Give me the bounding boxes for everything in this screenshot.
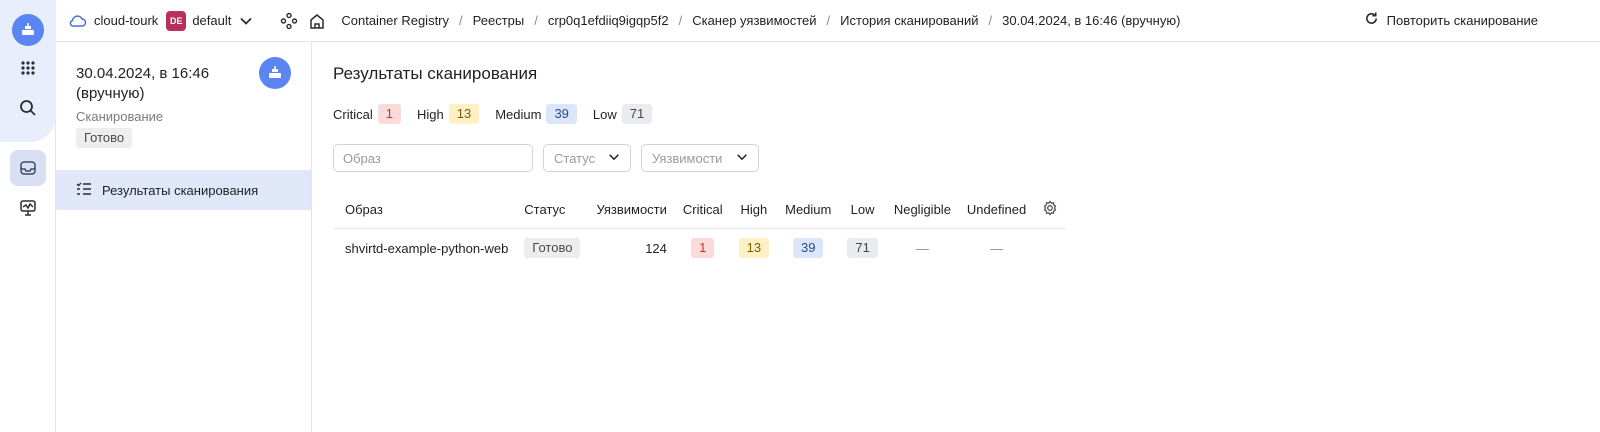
breadcrumb-separator: /	[988, 13, 993, 28]
breadcrumb-registry-id[interactable]: crp0q1efdiiq9igqp5f2	[548, 13, 669, 28]
breadcrumb-separator: /	[678, 13, 683, 28]
breadcrumb-container-registry[interactable]: Container Registry	[341, 13, 449, 28]
cell-image[interactable]: shvirtd-example-python-web	[333, 228, 516, 268]
low-badge: 71	[847, 238, 878, 259]
repeat-scan-label: Повторить сканирование	[1386, 12, 1538, 28]
inbox-icon[interactable]	[10, 150, 46, 186]
side-panel: 30.04.2024, в 16:46 (вручную) Сканирован…	[56, 42, 312, 432]
severity-summary: Critical 1 High 13 Medium 39 Low 71	[333, 104, 660, 124]
scan-results-table: Образ Статус Уязвимости Critical High Me…	[333, 192, 1067, 268]
cell-medium: 39	[777, 228, 839, 268]
chevron-down-icon	[736, 151, 748, 166]
vulnerability-filter-select[interactable]: Уязвимости	[641, 144, 759, 172]
summary-medium: Medium 39	[495, 104, 577, 124]
cloud-selector[interactable]: cloud-tourk	[68, 11, 158, 31]
chevron-down-icon[interactable]	[239, 14, 253, 28]
low-count-badge: 71	[621, 104, 653, 124]
cell-low: 71	[839, 228, 885, 268]
image-filter-input[interactable]	[333, 144, 533, 172]
scan-title: 30.04.2024, в 16:46 (вручную)	[76, 65, 210, 102]
column-header-negligible[interactable]: Negligible	[885, 192, 959, 229]
table-row[interactable]: shvirtd-example-python-web Готово 124 1 …	[333, 228, 1066, 268]
scan-subtitle: Сканирование	[76, 109, 164, 124]
top-bar: cloud-tourk DE default Container Registr…	[56, 0, 1600, 42]
home-icon[interactable]	[307, 11, 327, 31]
container-registry-logo-icon[interactable]	[12, 14, 44, 46]
cell-negligible: —	[915, 240, 929, 256]
repeat-scan-button[interactable]: Повторить сканирование	[1364, 11, 1538, 29]
table-header-row: Образ Статус Уязвимости Critical High Me…	[333, 192, 1067, 229]
cell-high: 13	[731, 228, 777, 268]
cell-status: Готово	[516, 228, 588, 268]
summary-high: High 13	[417, 104, 480, 124]
breadcrumb-separator: /	[534, 13, 538, 28]
critical-badge: 1	[691, 238, 715, 259]
column-header-high[interactable]: High	[730, 192, 778, 229]
column-header-status[interactable]: Статус	[516, 192, 589, 229]
breadcrumb-separator: /	[459, 13, 463, 28]
services-icon[interactable]	[279, 11, 299, 31]
cell-empty	[1034, 228, 1066, 268]
summary-critical: Critical 1	[333, 104, 401, 124]
high-badge: 13	[738, 238, 770, 259]
cloud-icon	[68, 11, 88, 31]
container-registry-icon	[259, 57, 291, 89]
medium-badge: 39	[793, 238, 824, 259]
column-header-image[interactable]: Образ	[333, 192, 517, 229]
summary-low: Low 71	[593, 104, 653, 124]
folder-badge: DE	[166, 10, 187, 31]
breadcrumb-registries[interactable]: Реестры	[473, 13, 525, 28]
status-badge: Готово	[524, 238, 581, 259]
gear-icon[interactable]	[1042, 200, 1058, 219]
cell-critical: 1	[675, 228, 731, 268]
column-header-medium[interactable]: Medium	[777, 192, 840, 229]
breadcrumb-current-scan: 30.04.2024, в 16:46 (вручную)	[1002, 13, 1181, 28]
table-settings[interactable]	[1034, 192, 1067, 229]
column-header-critical[interactable]: Critical	[674, 192, 731, 229]
cell-vulnerabilities: 124	[645, 240, 667, 256]
chevron-down-icon	[608, 151, 620, 166]
filters-bar: Статус Уязвимости	[333, 144, 759, 172]
column-header-undefined[interactable]: Undefined	[958, 192, 1035, 229]
search-icon[interactable]	[10, 90, 46, 126]
apps-grid-icon[interactable]	[10, 50, 46, 86]
medium-count-badge: 39	[546, 104, 577, 124]
column-header-vulnerabilities[interactable]: Уязвимости	[588, 192, 675, 229]
breadcrumb: Container Registry / Реестры / crp0q1efd…	[341, 13, 1180, 28]
monitoring-icon[interactable]	[10, 190, 46, 226]
cell-undefined: —	[990, 240, 1004, 256]
critical-count-badge: 1	[377, 104, 401, 124]
left-rail	[0, 0, 56, 432]
sidebar-item-scan-results[interactable]: Результаты сканирования	[56, 170, 311, 210]
scan-status-badge: Готово	[76, 128, 133, 148]
checklist-icon	[76, 182, 92, 199]
column-header-low[interactable]: Low	[839, 192, 886, 229]
page-title: Результаты сканирования	[333, 64, 538, 83]
refresh-icon	[1364, 11, 1379, 29]
cloud-name: cloud-tourk	[94, 13, 159, 28]
folder-name[interactable]: default	[192, 13, 231, 28]
sidebar-item-label: Результаты сканирования	[102, 182, 259, 198]
breadcrumb-separator: /	[826, 13, 831, 28]
status-filter-select[interactable]: Статус	[543, 144, 631, 172]
breadcrumb-vuln-scanner[interactable]: Сканер уязвимостей	[692, 13, 816, 28]
breadcrumb-scan-history[interactable]: История сканирований	[840, 13, 978, 28]
high-count-badge: 13	[448, 104, 480, 124]
